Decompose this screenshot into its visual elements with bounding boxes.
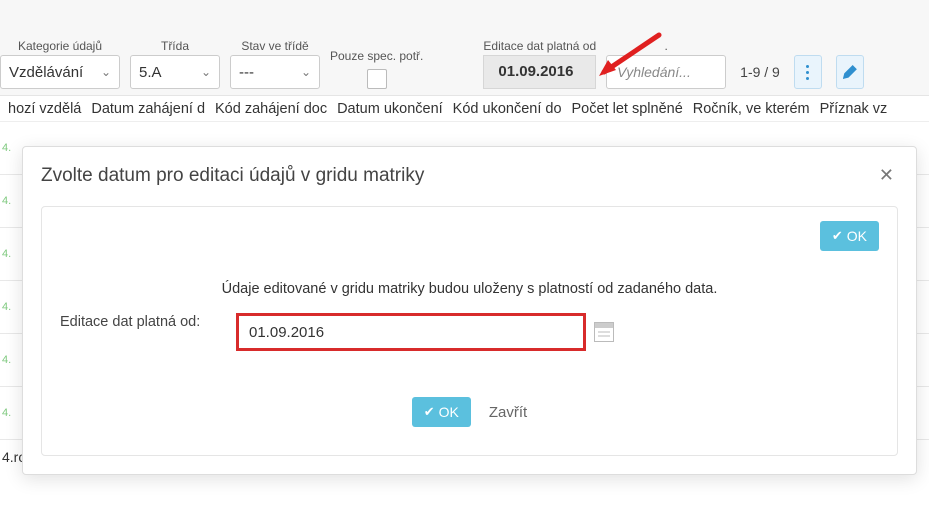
filter-effective: Editace dat platná od 01.09.2016	[483, 39, 596, 89]
filter-class-select[interactable]: 5.A ⌄	[130, 55, 220, 89]
row-marker: 4.	[2, 195, 16, 207]
filter-category-value: Vzdělávání	[9, 64, 83, 81]
form-row: Editace dat platná od:	[60, 313, 879, 351]
edit-button[interactable]	[836, 55, 864, 89]
search-input[interactable]	[606, 55, 726, 89]
filter-special-checkbox[interactable]	[367, 69, 387, 89]
grid-column-headers: hozí vzdělá Datum zahájení d Kód zahájen…	[0, 96, 929, 122]
column-header[interactable]: Příznak vz	[816, 101, 892, 117]
effective-date-input[interactable]	[236, 313, 586, 351]
filter-special: Pouze spec. potř.	[330, 49, 423, 89]
filter-dot: .	[606, 39, 726, 89]
filter-class: Třída 5.A ⌄	[130, 39, 220, 89]
date-picker-modal: Zvolte datum pro editaci údajů v gridu m…	[22, 146, 917, 475]
filter-dot-label: .	[606, 39, 726, 53]
check-icon: ✔	[424, 404, 435, 420]
row-marker: 4.	[2, 354, 16, 366]
filter-class-value: 5.A	[139, 64, 162, 81]
column-header[interactable]: Kód ukončení do	[449, 101, 566, 117]
field-label: Editace dat platná od:	[60, 313, 220, 333]
row-marker: 4.	[2, 142, 16, 154]
filter-category: Kategorie údajů Vzdělávání ⌄	[0, 39, 120, 89]
filter-special-label: Pouze spec. potř.	[330, 49, 423, 63]
modal-actions: ✔ OK Zavřít	[60, 397, 879, 427]
ok-label: OK	[847, 228, 867, 244]
filter-effective-value[interactable]: 01.09.2016	[483, 55, 596, 89]
pencil-icon	[843, 65, 857, 79]
modal-header: Zvolte datum pro editaci údajů v gridu m…	[23, 147, 916, 200]
close-button[interactable]: ✕	[875, 161, 898, 190]
row-marker: 4.	[2, 248, 16, 260]
filter-status-select[interactable]: --- ⌄	[230, 55, 320, 89]
row-marker: 4.	[2, 301, 16, 313]
chevron-down-icon: ⌄	[101, 65, 111, 79]
column-header[interactable]: Počet let splněné	[568, 101, 687, 117]
chevron-down-icon: ⌄	[201, 65, 211, 79]
close-icon: ✕	[879, 165, 894, 185]
ok-label: OK	[439, 404, 459, 420]
filters-bar: Kategorie údajů Vzdělávání ⌄ Třída 5.A ⌄…	[0, 0, 929, 96]
filter-category-label: Kategorie údajů	[0, 39, 120, 53]
modal-title: Zvolte datum pro editaci údajů v gridu m…	[41, 165, 424, 187]
chevron-down-icon: ⌄	[301, 65, 311, 79]
filter-status: Stav ve třídě --- ⌄	[230, 39, 320, 89]
filter-category-select[interactable]: Vzdělávání ⌄	[0, 55, 120, 89]
check-icon: ✔	[832, 228, 843, 244]
filter-status-label: Stav ve třídě	[230, 39, 320, 53]
ok-button[interactable]: ✔ OK	[412, 397, 471, 427]
calendar-icon[interactable]	[594, 322, 614, 342]
modal-body: ✔ OK Údaje editované v gridu matriky bud…	[41, 206, 898, 456]
filter-effective-label: Editace dat platná od	[483, 39, 596, 53]
more-options-button[interactable]	[794, 55, 822, 89]
column-header[interactable]: hozí vzdělá	[4, 101, 85, 117]
date-field-wrap	[236, 313, 614, 351]
cancel-button[interactable]: Zavřít	[489, 404, 527, 421]
pager-text: 1-9 / 9	[740, 55, 780, 89]
column-header[interactable]: Kód zahájení doc	[211, 101, 331, 117]
ok-button-top[interactable]: ✔ OK	[820, 221, 879, 251]
column-header[interactable]: Datum zahájení d	[87, 101, 209, 117]
column-header[interactable]: Ročník, ve kterém	[689, 101, 814, 117]
kebab-icon	[806, 65, 809, 80]
row-marker: 4.	[2, 407, 16, 419]
modal-message: Údaje editované v gridu matriky budou ul…	[60, 281, 879, 297]
column-header[interactable]: Datum ukončení	[333, 101, 447, 117]
filter-status-value: ---	[239, 64, 254, 81]
filter-class-label: Třída	[130, 39, 220, 53]
